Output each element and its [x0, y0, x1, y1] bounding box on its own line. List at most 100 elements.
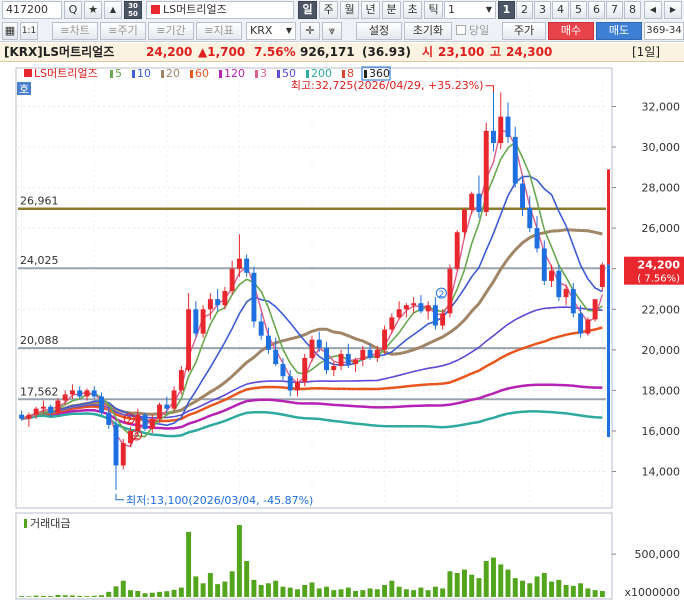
volume-bar[interactable] [440, 588, 446, 597]
today-checkbox[interactable]: 당일 [456, 24, 489, 40]
candle[interactable] [527, 207, 533, 229]
candle[interactable] [469, 193, 475, 210]
candle[interactable] [578, 313, 584, 334]
sell-button[interactable]: 매도 [596, 22, 642, 40]
volume-bar[interactable] [142, 593, 148, 597]
candle[interactable] [236, 258, 242, 269]
volume-bar[interactable] [302, 585, 308, 597]
candle[interactable] [534, 228, 540, 249]
volume-bar[interactable] [353, 591, 359, 597]
volume-bar[interactable] [461, 569, 467, 597]
candle[interactable] [403, 305, 409, 310]
volume-bar[interactable] [563, 585, 569, 597]
candle[interactable] [200, 309, 206, 334]
volume-bar[interactable] [48, 596, 54, 597]
buy-button[interactable]: 매수 [548, 22, 594, 40]
candle[interactable] [295, 382, 300, 391]
volume-bar[interactable] [295, 589, 300, 597]
volume-bar[interactable] [360, 590, 366, 597]
volume-bar[interactable] [599, 591, 605, 597]
volume-bar[interactable] [592, 590, 598, 597]
volume-bar[interactable] [128, 590, 133, 597]
stock-name-field[interactable]: LS머트리얼즈 [146, 1, 294, 19]
candle[interactable] [520, 183, 525, 208]
period-button-0[interactable]: 일 [298, 1, 317, 19]
indicator-button[interactable]: ≡지표 [196, 22, 242, 40]
volume-bar[interactable] [84, 596, 90, 597]
volume-bar[interactable] [26, 596, 32, 597]
candle[interactable] [77, 390, 83, 397]
volume-bar[interactable] [570, 585, 576, 597]
ratio-button[interactable]: 1:1 [20, 22, 38, 40]
candle[interactable] [33, 408, 39, 415]
page-button-1[interactable]: 1 [498, 1, 515, 19]
volume-bar[interactable] [186, 531, 192, 597]
candle[interactable] [135, 414, 141, 431]
legend-ma-5[interactable]: 5 [115, 67, 122, 80]
volume-bar[interactable] [171, 589, 177, 597]
candle[interactable] [570, 289, 576, 314]
settings-button[interactable]: 설정 [356, 22, 402, 40]
candle[interactable] [186, 309, 192, 371]
volume-bar[interactable] [309, 582, 315, 597]
candle[interactable] [360, 349, 366, 360]
candle[interactable] [316, 339, 322, 348]
volume-bar[interactable] [91, 595, 97, 597]
grid-icon[interactable]: ▦ [2, 22, 18, 40]
candle[interactable] [382, 329, 388, 350]
candle[interactable] [302, 357, 308, 383]
volume-bar[interactable] [164, 591, 170, 597]
candle[interactable] [55, 400, 61, 413]
volume-bar[interactable] [200, 583, 206, 597]
volume-bar[interactable] [157, 591, 163, 597]
candle[interactable] [476, 193, 482, 212]
volume-bar[interactable] [222, 581, 228, 597]
favorite-star-icon[interactable]: ★ [84, 1, 102, 19]
period-button-5[interactable]: 초 [403, 1, 422, 19]
cycle-button[interactable]: ≡주기 [100, 22, 146, 40]
candle[interactable] [396, 309, 402, 318]
market-select[interactable]: KRX ▼ [246, 22, 296, 40]
volume-bar[interactable] [324, 586, 329, 597]
candle[interactable] [84, 390, 90, 397]
volume-bar[interactable] [149, 592, 155, 597]
candle[interactable] [171, 390, 177, 409]
range-button[interactable]: ≡기간 [148, 22, 194, 40]
price-button[interactable]: 주가 [502, 22, 546, 40]
interval-select[interactable]: 1 ▼ [444, 1, 496, 19]
volume-bar[interactable] [40, 595, 46, 597]
candle[interactable] [447, 268, 453, 314]
page-button-2[interactable]: 2 [516, 1, 533, 19]
candle[interactable] [19, 414, 25, 419]
candle[interactable] [157, 404, 163, 419]
volume-bar[interactable] [236, 525, 242, 597]
legend-ma-360[interactable]: 360 [369, 67, 390, 80]
volume-bar[interactable] [454, 573, 460, 597]
volume-bar[interactable] [541, 573, 547, 597]
volume-bar[interactable] [55, 594, 61, 597]
legend-ma-120[interactable]: 120 [224, 67, 245, 80]
volume-bar[interactable] [33, 595, 39, 597]
volume-bar[interactable] [106, 591, 112, 597]
volume-bar[interactable] [229, 571, 235, 597]
volume-bar[interactable] [69, 595, 75, 597]
candle[interactable] [149, 418, 155, 429]
legend-ma-8[interactable]: 8 [347, 67, 354, 80]
volume-bar[interactable] [483, 561, 489, 597]
candle[interactable] [541, 248, 547, 281]
volume-bar[interactable] [491, 557, 496, 597]
candle[interactable] [512, 136, 518, 184]
volume-bar[interactable] [520, 580, 525, 597]
legend-ma-20[interactable]: 20 [166, 67, 180, 80]
candle[interactable] [69, 390, 75, 395]
candle[interactable] [207, 299, 213, 310]
candle[interactable] [549, 270, 555, 281]
candle[interactable] [62, 394, 68, 401]
period-button-1[interactable]: 주 [319, 1, 338, 19]
candle[interactable] [265, 335, 271, 350]
candle[interactable] [48, 406, 54, 413]
price-chart[interactable]: 26,961 24,025 20,088 17,562 14,000 16,000 18,… [0, 62, 684, 603]
candle[interactable] [258, 321, 264, 336]
candle[interactable] [273, 349, 279, 365]
candle[interactable] [592, 299, 598, 320]
